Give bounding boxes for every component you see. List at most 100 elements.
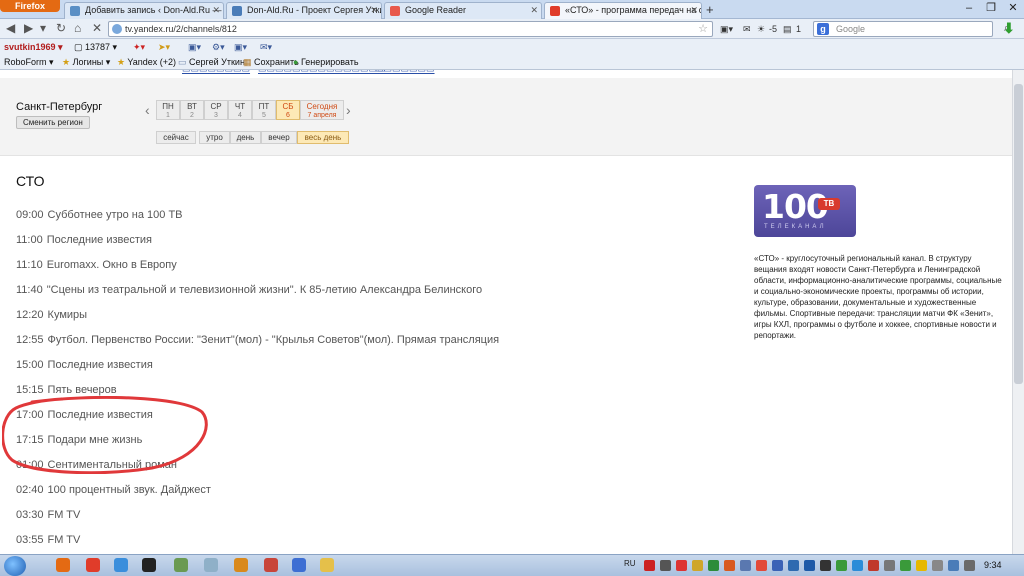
cut-link[interactable]: ▭▭▭▭▭▭▭▭ <box>182 70 250 75</box>
close-icon[interactable]: ✕ <box>370 3 378 18</box>
day-wed[interactable]: СР 3 <box>204 100 228 120</box>
app-taskbar-icon[interactable] <box>142 558 156 572</box>
ie-taskbar-icon[interactable] <box>114 558 128 572</box>
day-sat[interactable]: СБ 6 <box>276 100 300 120</box>
period-evening[interactable]: вечер <box>261 131 297 144</box>
app-taskbar-icon[interactable] <box>292 558 306 572</box>
save-icon[interactable]: ▤ <box>783 22 792 36</box>
app-taskbar-icon[interactable] <box>174 558 188 572</box>
day-tue[interactable]: ВТ 2 <box>180 100 204 120</box>
address-bar[interactable]: tv.yandex.ru/2/channels/812 ☆ <box>108 21 713 37</box>
program-item[interactable]: 12:20 Кумиры <box>16 309 87 321</box>
tab-2[interactable]: Don-Ald.Ru - Проект Сергея Уткина ✕ <box>226 2 382 19</box>
next-week-icon[interactable]: › <box>346 102 351 118</box>
tab-3[interactable]: Google Reader ✕ <box>384 2 542 19</box>
tray-icon[interactable] <box>708 560 719 571</box>
tray-icon[interactable] <box>772 560 783 571</box>
close-icon[interactable]: ✕ <box>690 3 698 18</box>
bookmark-save[interactable]: ▦ Сохранить <box>243 55 299 69</box>
firefox-menu-button[interactable]: Firefox <box>0 0 60 12</box>
app-taskbar-icon[interactable] <box>234 558 248 572</box>
search-input[interactable]: g Google ⌕ <box>813 21 1010 37</box>
change-region-button[interactable]: Сменить регион <box>16 116 90 129</box>
tray-icon[interactable] <box>740 560 751 571</box>
logins-menu[interactable]: ★ Логины ▾ <box>62 55 110 69</box>
scrollbar-thumb[interactable] <box>1014 84 1023 384</box>
tray-icon[interactable] <box>692 560 703 571</box>
minimize-icon[interactable]: – <box>958 0 980 17</box>
bookmark-generate[interactable]: ● Генерировать <box>293 55 359 69</box>
download-arrow-icon[interactable]: ⬇ <box>1003 20 1015 37</box>
tray-icon[interactable] <box>836 560 847 571</box>
day-fri[interactable]: ПТ 5 <box>252 100 276 120</box>
close-window-icon[interactable]: ✕ <box>1002 0 1024 17</box>
prev-week-icon[interactable]: ‹ <box>145 102 150 118</box>
tray-icon[interactable] <box>788 560 799 571</box>
program-item[interactable]: 11:00 Последние известия <box>16 234 152 246</box>
folder-taskbar-icon[interactable] <box>320 558 334 572</box>
day-mon[interactable]: ПН 1 <box>156 100 180 120</box>
cut-link[interactable]: ▭▭▭▭▭▭▭ <box>375 70 435 75</box>
stop-icon[interactable]: ✕ <box>92 21 102 35</box>
runner-icon[interactable]: ✦▾ <box>133 39 145 55</box>
period-day[interactable]: день <box>230 131 261 144</box>
period-now[interactable]: сейчас <box>156 131 196 144</box>
vertical-scrollbar[interactable] <box>1012 70 1024 554</box>
day-thu[interactable]: ЧТ 4 <box>228 100 252 120</box>
tray-icon[interactable] <box>724 560 735 571</box>
tray-icon[interactable] <box>868 560 879 571</box>
day-today[interactable]: Сегодня 7 апреля <box>300 100 344 120</box>
close-icon[interactable]: ✕ <box>212 3 220 18</box>
page-icon[interactable]: ▣▾ <box>720 22 733 36</box>
weather-icon[interactable]: ☀ <box>757 22 765 36</box>
mail-icon[interactable]: ✉ <box>743 22 751 36</box>
program-item[interactable]: 15:15 Пять вечеров <box>16 384 117 396</box>
clock[interactable]: 9:34 <box>984 560 1002 570</box>
program-item[interactable]: 11:40 "Сцены из театральной и телевизионн… <box>16 284 482 296</box>
home-icon[interactable]: ⌂ <box>74 21 81 35</box>
tray-icon[interactable] <box>676 560 687 571</box>
new-tab-button[interactable]: + <box>706 2 714 17</box>
tray-icon[interactable] <box>900 560 911 571</box>
tray-icon[interactable] <box>916 560 927 571</box>
bookmark-sergey[interactable]: ▭ Сергей Уткин <box>178 55 245 69</box>
start-button[interactable] <box>4 556 26 576</box>
app-taskbar-icon[interactable] <box>204 558 218 572</box>
tray-icon[interactable] <box>756 560 767 571</box>
counter-button[interactable]: ▢ 13787 ▾ <box>74 39 117 55</box>
period-morning[interactable]: утро <box>199 131 230 144</box>
tab-4[interactable]: «СТО» - программа передач на сег... ✕ <box>544 2 702 19</box>
reload-icon[interactable]: ↻ <box>56 21 66 35</box>
tray-icon[interactable] <box>852 560 863 571</box>
tray-icon[interactable] <box>932 560 943 571</box>
program-item[interactable]: 03:55 FM TV <box>16 534 80 546</box>
history-dropdown-icon[interactable]: ▾ <box>40 21 46 35</box>
program-item[interactable]: 02:40 100 процентный звук. Дайджест <box>16 484 211 496</box>
mail-toolbar-icon[interactable]: ✉▾ <box>260 39 272 55</box>
firefox-taskbar-icon[interactable] <box>56 558 70 572</box>
forward-icon[interactable]: ▶ <box>24 21 33 35</box>
tray-icon[interactable] <box>820 560 831 571</box>
maximize-icon[interactable]: ❐ <box>980 0 1002 17</box>
program-item[interactable]: 09:00 Субботнее утро на 100 ТВ <box>16 209 183 221</box>
facebook-icon[interactable]: ▣▾ <box>188 39 201 55</box>
tray-icon[interactable] <box>660 560 671 571</box>
close-icon[interactable]: ✕ <box>530 3 538 18</box>
network-icon[interactable] <box>948 560 959 571</box>
user-account-menu[interactable]: svutkin1969 ▾ <box>4 39 63 55</box>
bookmark-star-icon[interactable]: ☆ <box>698 22 708 36</box>
yandex-taskbar-icon[interactable] <box>86 558 100 572</box>
app-taskbar-icon[interactable] <box>264 558 278 572</box>
tray-icon[interactable] <box>884 560 895 571</box>
share-icon[interactable]: ⚙▾ <box>212 39 225 55</box>
tab-1[interactable]: Добавить запись ‹ Don-Ald.Ru — W... ✕ <box>64 2 224 19</box>
volume-icon[interactable] <box>964 560 975 571</box>
program-item[interactable]: 03:30 FM TV <box>16 509 80 521</box>
period-all-day[interactable]: весь день <box>297 131 349 144</box>
bird-icon[interactable]: ➤▾ <box>158 39 170 55</box>
cut-link[interactable]: ▭▭▭▭▭▭▭▭▭▭▭▭▭▭▭ <box>258 70 386 75</box>
program-item[interactable]: 15:00 Последние известия <box>16 359 153 371</box>
language-indicator[interactable]: RU <box>624 559 636 568</box>
roboform-menu[interactable]: RoboForm ▾ <box>4 55 54 69</box>
vk-icon[interactable]: ▣▾ <box>234 39 247 55</box>
